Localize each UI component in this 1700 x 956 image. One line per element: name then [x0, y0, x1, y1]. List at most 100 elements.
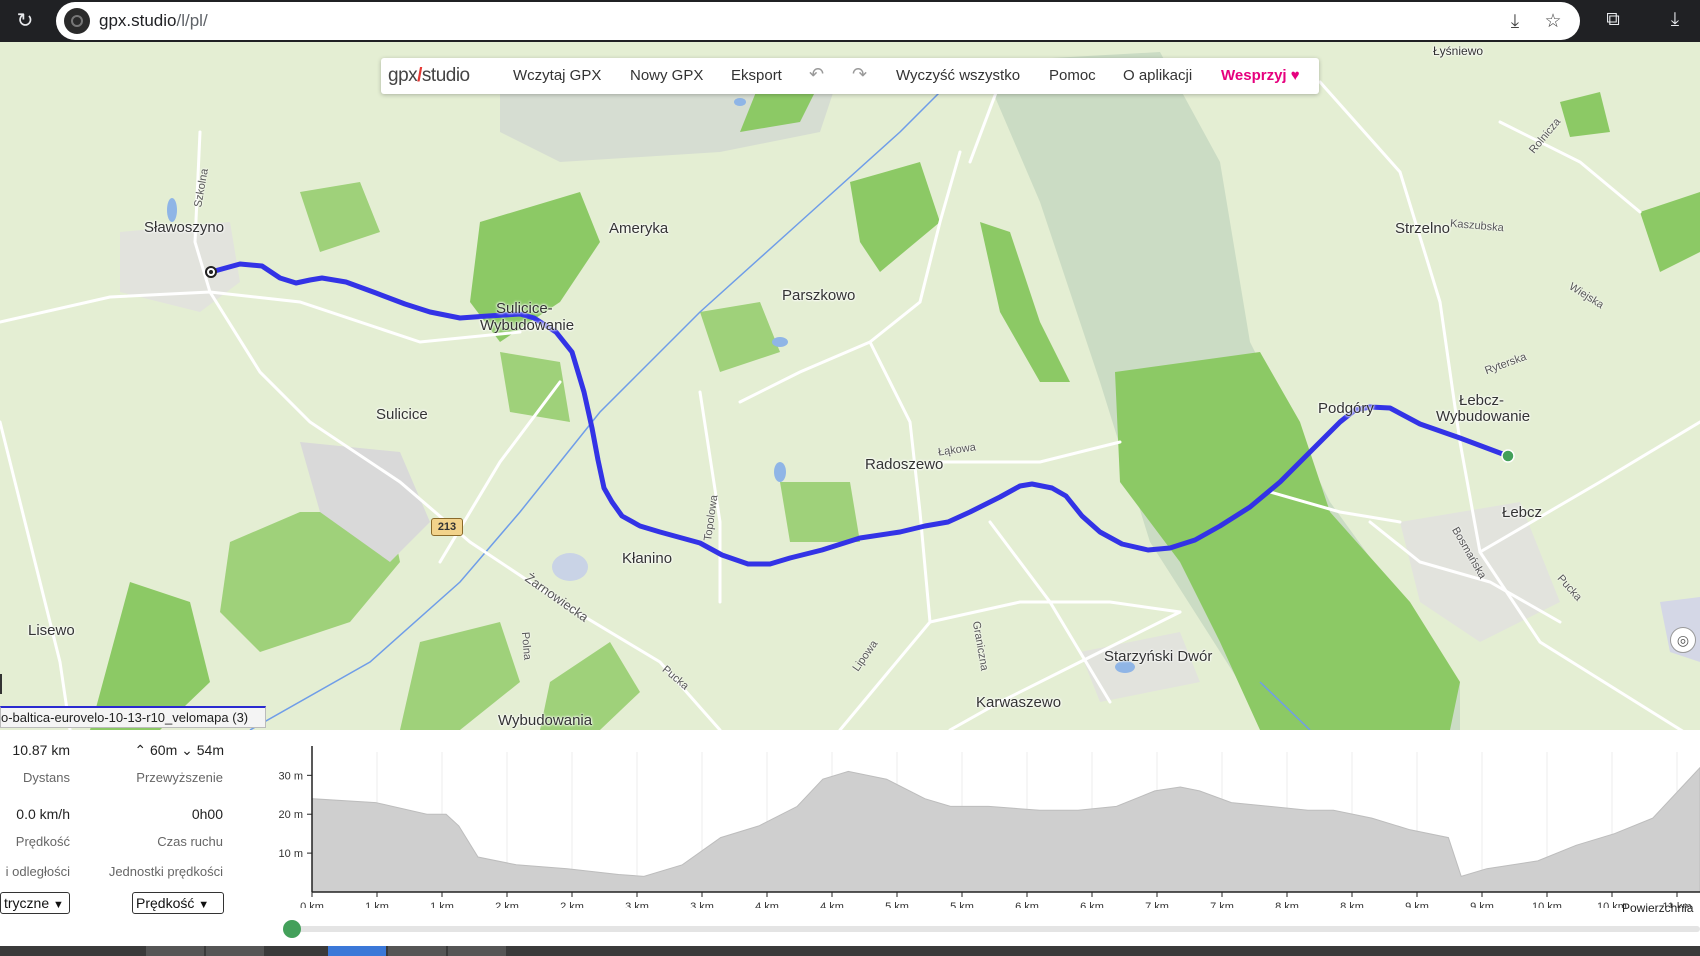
- about-button[interactable]: O aplikacji: [1123, 67, 1192, 84]
- place-label: Strzelno: [1395, 220, 1451, 237]
- url-text[interactable]: gpx.studio/l/pl/: [99, 11, 208, 31]
- chevron-down-icon: ▼: [53, 899, 64, 911]
- place-label: Sulicice: [376, 406, 428, 423]
- elevation-chart[interactable]: 30 m 20 m 10 m 0 km 1 km 1 km 2 km 2 km 3 km 3 k…: [240, 738, 1700, 908]
- x-tick-label: 1 km: [430, 901, 454, 908]
- reload-icon[interactable]: ↻: [12, 8, 38, 34]
- x-tick-label: 4 km: [755, 901, 779, 908]
- support-label: Wesprzyj: [1221, 67, 1287, 84]
- taskbar-item[interactable]: [388, 946, 446, 956]
- logo-left: gpx: [388, 65, 418, 86]
- x-tick-label: 3 km: [625, 901, 649, 908]
- place-label: Parszkowo: [782, 287, 856, 304]
- elevation-area: [311, 766, 1700, 893]
- elevation-up-icon: ⌃: [134, 742, 147, 758]
- app-logo[interactable]: gpx/studio: [388, 65, 470, 87]
- install-app-icon[interactable]: ⤓: [1502, 9, 1528, 35]
- y-tick-label: 30 m: [279, 770, 303, 782]
- position-slider-track[interactable]: [292, 926, 1700, 932]
- x-tick-label: 7 km: [1145, 901, 1169, 908]
- x-tick-label: 3 km: [690, 901, 714, 908]
- place-label: Ameryka: [609, 220, 669, 237]
- file-tab[interactable]: o-baltica-eurovelo-10-13-r10_velomapa (3…: [0, 706, 266, 728]
- load-gpx-button[interactable]: Wczytaj GPX: [513, 67, 601, 84]
- distance-value: 10.87 km: [12, 742, 70, 758]
- main-toolbar: gpx/studio Wczytaj GPX Nowy GPX Eksport …: [381, 58, 1319, 94]
- redo-icon[interactable]: ↷: [852, 64, 867, 85]
- place-label: Karwaszewo: [976, 694, 1062, 711]
- taskbar-item[interactable]: [448, 946, 506, 956]
- place-label: Sulicice-: [496, 300, 553, 317]
- moving-time-value: 0h00: [191, 806, 223, 822]
- place-label: Starzyński Dwór: [1104, 648, 1213, 665]
- x-tick-label: 7 km: [1210, 901, 1234, 908]
- place-label: Wybudowanie: [1436, 408, 1531, 425]
- x-tick-label: 5 km: [950, 901, 974, 908]
- heart-icon: ♥: [1290, 67, 1300, 84]
- downloads-icon[interactable]: ⤓: [1662, 7, 1688, 33]
- x-tick-label: 8 km: [1275, 901, 1299, 908]
- taskbar-item-active[interactable]: [328, 946, 386, 956]
- speed-units-label: Jednostki prędkości: [108, 864, 223, 879]
- place-label: Łebcz: [1502, 504, 1543, 521]
- elevation-down-icon: ⌄: [181, 742, 193, 758]
- support-button[interactable]: Wesprzyj ♥: [1221, 67, 1300, 84]
- place-label: Wybudowanie: [480, 317, 575, 334]
- place-label: Lisewo: [28, 622, 75, 639]
- place-label: Wybudowania: [498, 712, 593, 729]
- y-tick-label: 20 m: [279, 809, 303, 821]
- speed-units-value: Prędkość: [136, 895, 195, 911]
- help-button[interactable]: Pomoc: [1049, 67, 1096, 84]
- x-tick-label: 9 km: [1470, 901, 1494, 908]
- distance-units-value: tryczne: [4, 895, 50, 911]
- taskbar-item[interactable]: [146, 946, 204, 956]
- chevron-down-icon: ▼: [198, 899, 210, 911]
- elevation-label: Przewyższenie: [136, 770, 223, 785]
- position-slider-handle[interactable]: [283, 920, 301, 938]
- elevation-value: ⌃ 60m ⌄ 54m: [120, 742, 224, 759]
- bookmark-star-icon[interactable]: ☆: [1540, 9, 1566, 35]
- elevation-up: 60m: [150, 742, 178, 758]
- x-tick-label: 10 km: [1532, 901, 1562, 908]
- clear-all-button[interactable]: Wyczyść wszystko: [896, 67, 1020, 84]
- place-label: Sławoszyno: [144, 219, 225, 236]
- x-tick-label: 4 km: [820, 901, 844, 908]
- taskbar-item[interactable]: [206, 946, 264, 956]
- logo-right: studio: [421, 65, 470, 86]
- x-ticks: 0 km 1 km 1 km 2 km 2 km 3 km 3 km 4 km 4 km 5 km…: [300, 892, 1692, 908]
- distance-label: Dystans: [23, 770, 70, 785]
- x-tick-label: 8 km: [1340, 901, 1364, 908]
- url-host: gpx.studio: [99, 11, 177, 30]
- locate-icon[interactable]: ◎: [1670, 627, 1696, 653]
- distance-units-select[interactable]: tryczne ▼: [0, 892, 70, 914]
- street-label: Polna: [518, 631, 534, 661]
- url-path: /l/pl/: [176, 11, 208, 30]
- x-tick-label: 6 km: [1015, 901, 1039, 908]
- place-label: Łebcz-: [1459, 392, 1505, 409]
- undo-icon[interactable]: ↶: [809, 64, 824, 85]
- place-label: Kłanino: [622, 550, 673, 567]
- speed-label: Prędkość: [15, 834, 70, 849]
- export-button[interactable]: Eksport: [731, 67, 782, 84]
- road-number-badge: 213: [431, 518, 463, 536]
- map[interactable]: Sławoszyno Ameryka Sulicice- Wybudowanie…: [0, 42, 1700, 730]
- moving-time-label: Czas ruchu: [157, 834, 223, 849]
- place-label: Radoszewo: [865, 456, 944, 473]
- x-tick-label: 1 km: [365, 901, 389, 908]
- y-tick-label: 10 m: [279, 848, 303, 860]
- place-label: Łyśniewo: [1433, 44, 1484, 58]
- extensions-icon[interactable]: ⧉: [1600, 7, 1626, 33]
- browser-toolbar: ↻ gpx.studio/l/pl/ ⤓ ☆ ⧉ ⤓: [0, 0, 1700, 42]
- new-gpx-button[interactable]: Nowy GPX: [630, 67, 703, 84]
- x-tick-label: 6 km: [1080, 901, 1104, 908]
- address-bar[interactable]: gpx.studio/l/pl/ ⤓ ☆: [56, 2, 1580, 40]
- surface-label[interactable]: Powierzchnia: [1622, 901, 1693, 915]
- site-info-icon[interactable]: [64, 8, 90, 34]
- map-tiles: [0, 42, 1700, 730]
- map-edge-marker: [0, 674, 2, 694]
- stats-panel: 10.87 km ⌃ 60m ⌄ 54m Dystans Przewyższen…: [0, 730, 1700, 946]
- place-label: Podgóry: [1318, 400, 1374, 417]
- x-tick-label: 0 km: [300, 901, 324, 908]
- speed-units-select[interactable]: Prędkość ▼: [132, 892, 224, 914]
- speed-value: 0.0 km/h: [16, 806, 70, 822]
